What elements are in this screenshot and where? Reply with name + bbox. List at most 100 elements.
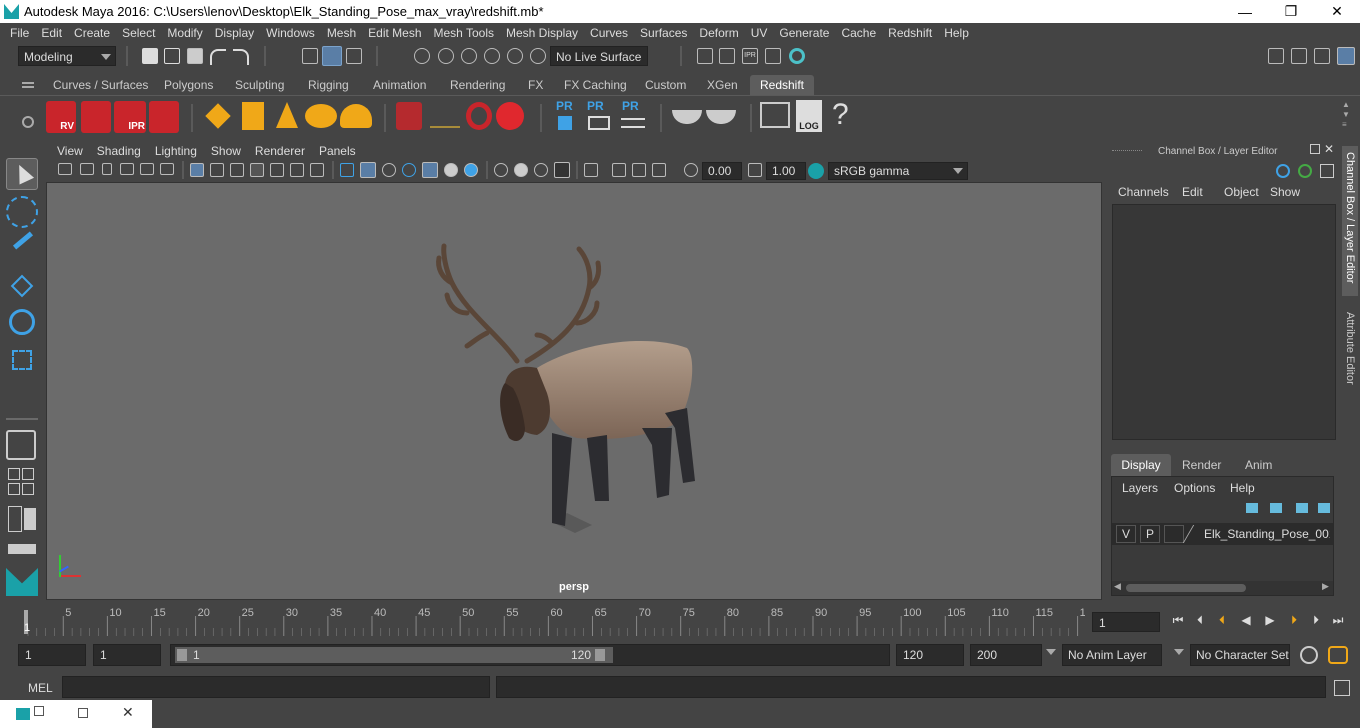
layer-name[interactable]: Elk_Standing_Pose_001_: [1204, 527, 1330, 541]
character-set-dropdown[interactable]: No Character Set: [1190, 644, 1290, 666]
tab-anim[interactable]: Anim: [1245, 458, 1272, 472]
shelf-tab-rigging[interactable]: Rigging: [301, 75, 356, 95]
grid-toggle-icon[interactable]: [190, 163, 204, 177]
redshift-render-view-icon[interactable]: RV: [46, 101, 76, 133]
layout-outliner-icon[interactable]: [22, 483, 34, 495]
textured-icon[interactable]: [422, 162, 438, 178]
layout-two-icon[interactable]: [8, 483, 20, 495]
float-panel-icon[interactable]: [1310, 144, 1320, 154]
menu-mesh[interactable]: Mesh: [321, 26, 362, 40]
step-forward-frame-icon[interactable]: ⏵: [1306, 612, 1326, 628]
vp-menu-shading[interactable]: Shading: [90, 144, 148, 158]
resolution-gate-icon[interactable]: [230, 163, 244, 177]
script-editor-icon[interactable]: [760, 102, 790, 128]
chevron-down-icon[interactable]: [1174, 649, 1184, 655]
close-icon[interactable]: ✕: [122, 704, 134, 721]
color-management-icon[interactable]: [808, 163, 824, 179]
redshift-batch-render-icon[interactable]: [81, 101, 111, 133]
bookmark-icon[interactable]: [102, 163, 112, 175]
gamma-icon[interactable]: [748, 163, 762, 177]
camera-select-icon[interactable]: [58, 163, 72, 175]
wireframe-icon[interactable]: [340, 163, 354, 177]
close-panel-icon[interactable]: ✕: [1324, 142, 1334, 156]
command-language-label[interactable]: MEL: [28, 681, 53, 695]
snap-grid-icon[interactable]: [414, 48, 430, 64]
redshift-volume-icon[interactable]: [430, 110, 460, 128]
ipr-render-icon[interactable]: IPR: [742, 48, 758, 64]
redo-icon[interactable]: [233, 49, 249, 65]
channel-list[interactable]: [1112, 204, 1336, 440]
exposure-field[interactable]: 0.00: [702, 162, 742, 180]
open-scene-icon[interactable]: [164, 48, 180, 64]
maya-home-icon[interactable]: [6, 568, 38, 596]
layout-single-icon[interactable]: [8, 468, 20, 480]
isolate-select-icon[interactable]: [584, 163, 598, 177]
minimize-button[interactable]: —: [1222, 0, 1268, 23]
animation-start-field[interactable]: 1: [18, 644, 86, 666]
shelf-menu-icon[interactable]: [22, 82, 34, 84]
safe-title-icon[interactable]: [310, 163, 324, 177]
snap-curve-icon[interactable]: [438, 48, 454, 64]
shelf-tab-polygons[interactable]: Polygons: [157, 75, 220, 95]
menu-deform[interactable]: Deform: [693, 26, 744, 40]
auto-key-icon[interactable]: [1300, 646, 1318, 664]
new-layer-icon[interactable]: [1296, 503, 1308, 513]
redshift-material-icon[interactable]: [496, 102, 524, 130]
undo-icon[interactable]: [210, 49, 226, 65]
layer-row[interactable]: V P Elk_Standing_Pose_001_: [1112, 523, 1333, 545]
current-frame-field[interactable]: 1: [1092, 612, 1160, 632]
layout-toggle-icon[interactable]: [24, 508, 36, 530]
select-tool-icon[interactable]: [6, 158, 38, 190]
redshift-object-icon[interactable]: [466, 102, 492, 130]
layer-display-type[interactable]: [1164, 525, 1184, 543]
shelf-tab-custom[interactable]: Custom: [638, 75, 693, 95]
mode-dropdown[interactable]: Modeling: [18, 46, 116, 66]
xray-icon[interactable]: [612, 163, 626, 177]
menu-mesh-display[interactable]: Mesh Display: [500, 26, 584, 40]
play-backwards-icon[interactable]: ◀: [1236, 612, 1256, 628]
tab-display[interactable]: Display: [1111, 454, 1171, 476]
depth-of-field-icon[interactable]: [554, 162, 570, 178]
dome-light-icon[interactable]: [305, 104, 337, 128]
playback-end-field[interactable]: 120: [896, 644, 964, 666]
default-material-icon[interactable]: [382, 163, 396, 177]
layer-visibility-toggle[interactable]: V: [1116, 525, 1136, 543]
shelf-tab-fx-caching[interactable]: FX Caching: [557, 75, 634, 95]
tool-settings-toggle-icon[interactable]: [1314, 48, 1330, 64]
bake-icon[interactable]: [672, 110, 702, 124]
step-back-key-icon[interactable]: ⏴: [1212, 612, 1232, 628]
close-button[interactable]: ✕: [1314, 0, 1360, 23]
scrollbar-thumb[interactable]: [1126, 584, 1246, 592]
anim-layer-dropdown[interactable]: No Anim Layer: [1062, 644, 1162, 666]
log-icon[interactable]: LOG: [796, 100, 822, 132]
shelf-tab-animation[interactable]: Animation: [366, 75, 433, 95]
chevron-down-icon[interactable]: [1046, 649, 1056, 655]
redshift-render-settings-icon[interactable]: [149, 101, 179, 133]
pr-mesh-icon[interactable]: PR: [556, 99, 573, 113]
vp-menu-show[interactable]: Show: [204, 144, 248, 158]
wireframe-on-shaded-icon[interactable]: [402, 163, 416, 177]
exposure-icon[interactable]: [684, 163, 698, 177]
menu-cache[interactable]: Cache: [835, 26, 882, 40]
2d-pan-zoom-icon[interactable]: [140, 163, 154, 175]
modeling-toolkit-icon[interactable]: [1268, 48, 1284, 64]
smooth-shade-icon[interactable]: [360, 162, 376, 178]
menu-create[interactable]: Create: [68, 26, 116, 40]
render-history-icon[interactable]: [697, 48, 713, 64]
restore-icon[interactable]: [34, 706, 44, 716]
bake-set-icon[interactable]: [706, 110, 736, 124]
animation-end-field[interactable]: 200: [970, 644, 1042, 666]
new-scene-icon[interactable]: [142, 48, 158, 64]
range-track[interactable]: 1 120: [170, 644, 890, 666]
shelf-tab-xgen[interactable]: XGen: [700, 75, 745, 95]
menu-select[interactable]: Select: [116, 26, 161, 40]
portal-light-icon[interactable]: [242, 102, 264, 130]
vp-menu-panels[interactable]: Panels: [312, 144, 363, 158]
spot-light-icon[interactable]: [276, 102, 298, 128]
image-plane-icon[interactable]: [120, 163, 134, 175]
xray-joints-icon[interactable]: [632, 163, 646, 177]
cb-menu-channels[interactable]: Channels: [1118, 185, 1169, 199]
color-space-dropdown[interactable]: sRGB gamma: [828, 162, 968, 180]
menu-curves[interactable]: Curves: [584, 26, 634, 40]
scroll-right-icon[interactable]: ▶: [1322, 581, 1329, 592]
